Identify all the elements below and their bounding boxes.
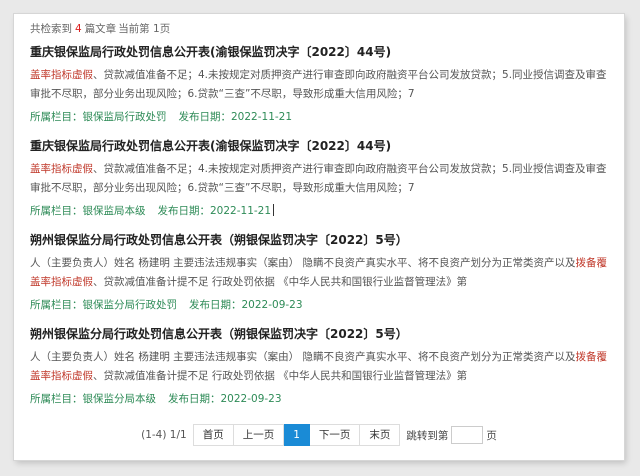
result-meta: 所属栏目：银保监局行政处罚 发布日期：2022-11-21 [30,108,608,126]
snippet-text: 、贷款减值准备不足；4.未按规定对质押资产进行审查即向政府融资平台公司发放贷款；… [30,163,607,194]
snippet-highlight: 盖率指标虚假 [30,69,93,81]
result-title-link[interactable]: 重庆银保监局行政处罚信息公开表(渝银保监罚决字〔2022〕44号) [30,42,608,62]
meta-column: 所属栏目：银保监分局本级 [30,393,156,405]
jump-label: 跳转到第 [406,429,449,442]
result-snippet: 人（主要负责人）姓名 杨建明 主要违法违规事实（案由） 隐瞒不良资产真实水平、将… [30,254,608,292]
result-item: 朔州银保监分局行政处罚信息公开表（朔银保监罚决字〔2022〕5号） 人（主要负责… [30,230,608,314]
meta-date: 发布日期：2022-11-21 [178,111,293,123]
result-snippet: 盖率指标虚假、贷款减值准备不足；4.未按规定对质押资产进行审查即向政府融资平台公… [30,160,608,198]
result-summary: 共检索到 4 篇文章 当前第 1页 [30,20,608,38]
search-results-panel: 共检索到 4 篇文章 当前第 1页 重庆银保监局行政处罚信息公开表(渝银保监罚决字〔2… [14,14,624,460]
meta-date: 发布日期：2022-09-23 [168,393,282,405]
result-item: 朔州银保监分局行政处罚信息公开表（朔银保监罚决字〔2022〕5号） 人（主要负责… [30,324,608,408]
result-meta: 所属栏目：银保监分局行政处罚 发布日期：2022-09-23 [30,296,608,314]
summary-suffix: 篇文章 [84,23,117,35]
current-page-button[interactable]: 1 [284,424,310,446]
last-page-button[interactable]: 末页 [360,424,401,446]
result-meta: 所属栏目：银保监局本级 发布日期：2022-11-21 [30,202,608,220]
summary-prefix: 共检索到 [30,23,72,35]
result-title-link[interactable]: 重庆银保监局行政处罚信息公开表(渝银保监罚决字〔2022〕44号) [30,136,608,156]
result-title-link[interactable]: 朔州银保监分局行政处罚信息公开表（朔银保监罚决字〔2022〕5号） [30,324,608,344]
prev-page-button[interactable]: 上一页 [233,424,285,446]
snippet-text: 、贷款减值准备计提不足 行政处罚依据 《中华人民共和国银行业监督管理法》第 [93,370,468,382]
text-cursor [273,204,275,216]
snippet-highlight: 盖率指标虚假 [30,163,93,175]
snippet-text: 、贷款减值准备不足；4.未按规定对质押资产进行审查即向政府融资平台公司发放贷款；… [30,69,607,100]
result-meta: 所属栏目：银保监分局本级 发布日期：2022-09-23 [30,390,608,408]
pagination: (1-4) 1/1 首页 上一页 1 下一页 末页 跳转到第 页 [14,424,624,446]
result-item: 重庆银保监局行政处罚信息公开表(渝银保监罚决字〔2022〕44号) 盖率指标虚假… [30,42,608,126]
result-title-link[interactable]: 朔州银保监分局行政处罚信息公开表（朔银保监罚决字〔2022〕5号） [30,230,608,250]
result-item: 重庆银保监局行政处罚信息公开表(渝银保监罚决字〔2022〕44号) 盖率指标虚假… [30,136,608,220]
jump-suffix: 页 [486,429,497,442]
meta-column: 所属栏目：银保监局行政处罚 [30,111,167,123]
meta-column: 所属栏目：银保监分局行政处罚 [30,299,177,311]
current-page-text: 当前第 1页 [118,23,171,35]
meta-column: 所属栏目：银保监局本级 [30,205,146,217]
snippet-text: 、贷款减值准备计提不足 行政处罚依据 《中华人民共和国银行业监督管理法》第 [93,276,468,288]
snippet-text: 人（主要负责人）姓名 杨建明 主要违法违规事实（案由） 隐瞒不良资产真实水平、将… [30,351,576,363]
result-count: 4 [75,23,82,35]
next-page-button[interactable]: 下一页 [309,424,361,446]
meta-date: 发布日期：2022-09-23 [189,299,303,311]
pagination-info: (1-4) 1/1 [141,429,187,441]
jump-page-input[interactable] [451,426,484,444]
first-page-button[interactable]: 首页 [192,424,234,446]
result-snippet: 人（主要负责人）姓名 杨建明 主要违法违规事实（案由） 隐瞒不良资产真实水平、将… [30,348,608,386]
meta-date: 发布日期：2022-11-21 [157,205,272,217]
snippet-text: 人（主要负责人）姓名 杨建明 主要违法违规事实（案由） 隐瞒不良资产真实水平、将… [30,257,576,269]
result-snippet: 盖率指标虚假、贷款减值准备不足；4.未按规定对质押资产进行审查即向政府融资平台公… [30,66,608,104]
